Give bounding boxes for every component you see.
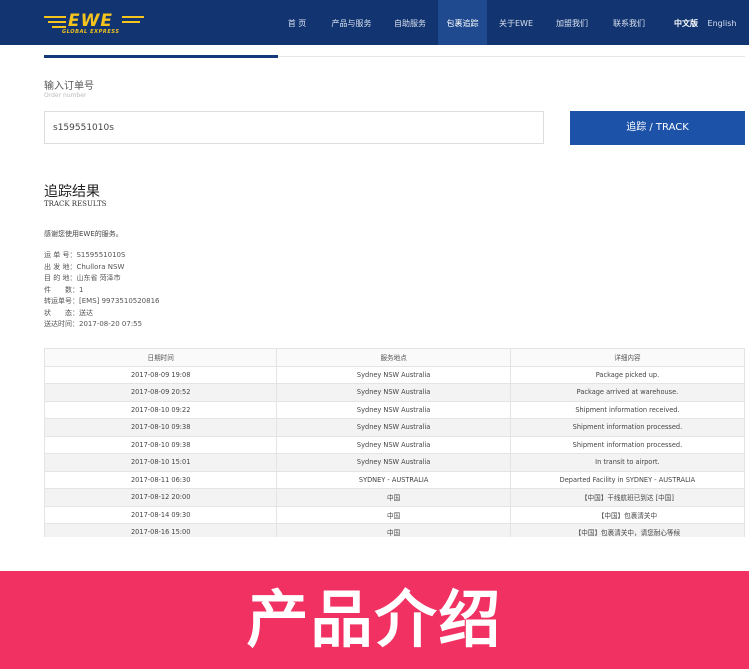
logo-subtitle: GLOBAL EXPRESS — [62, 29, 120, 35]
lang-chinese-link[interactable]: 中文版 — [670, 0, 702, 45]
table-row: 2017-08-09 20:52 Sydney NSW Australia Pack… — [43, 383, 746, 402]
site-header: EWE GLOBAL EXPRESS 首 页产品与服务 自助服务 包裹追踪 关于EWE… — [0, 0, 749, 45]
table-row: 2017-08-14 09:30 中国 【中国】包裹清关中 — [43, 505, 746, 524]
nav-about[interactable]: 关于EWE — [491, 0, 541, 45]
cell-datetime: 2017-08-09 19:08 — [43, 365, 278, 384]
info-delivered-time: 送达时间：2017-08-20 07:55 — [44, 320, 143, 328]
cell-location: 中国 — [276, 488, 511, 507]
cell-datetime: 2017-08-14 09:30 — [43, 505, 278, 524]
cell-details: Departed Facility in SYDNEY - AUSTRALIA — [509, 470, 746, 489]
logo-stripe — [44, 16, 66, 18]
info-origin: 出 发 地：Chullora NSW — [44, 262, 125, 271]
table-header-row: 日期时间 服务地点 详细内容 — [43, 348, 746, 367]
cell-datetime: 2017-08-10 15:01 — [43, 453, 278, 472]
ewe-logo[interactable]: EWE GLOBAL EXPRESS — [44, 13, 146, 35]
table-row: 2017-08-10 09:22 Sydney NSW Australia Ship… — [43, 400, 746, 419]
cell-details: Shipment information processed. — [509, 435, 746, 454]
tracking-table: 日期时间 服务地点 详细内容 2017-08-09 19:08 Sydney NS… — [43, 348, 746, 542]
cell-datetime: 2017-08-11 06:30 — [43, 470, 278, 489]
cell-location: SYDNEY - AUSTRALIA — [276, 470, 511, 489]
cell-datetime: 2017-08-12 20:00 — [43, 488, 278, 507]
cell-details: 【中国】包裹清关中 — [509, 505, 746, 524]
cell-details: Package picked up. — [509, 365, 746, 384]
cell-details: In transit to airport. — [509, 453, 746, 472]
lang-english-link[interactable]: English — [704, 0, 740, 45]
info-status: 状 态：送达 — [44, 308, 93, 317]
cell-location: Sydney NSW Australia — [276, 383, 511, 402]
order-number-sublabel: Order number — [44, 92, 87, 99]
shipment-info: 运 单 号：S159551010S 出 发 地：Chullora NSW 目 的… — [44, 250, 160, 331]
order-number-label: 输入订单号 — [44, 81, 94, 92]
cell-details: Package arrived at warehouse. — [509, 383, 746, 402]
cell-datetime: 2017-08-10 09:22 — [43, 400, 278, 419]
table-row: 2017-08-09 19:08 Sydney NSW Australia Pack… — [43, 365, 746, 384]
column-header-datetime: 日期时间 — [43, 348, 278, 367]
nav-self-service[interactable]: 自助服务 — [386, 0, 434, 45]
table-row: 2017-08-10 09:38 Sydney NSW Australia Ship… — [43, 435, 746, 454]
logo-text: EWE — [68, 11, 113, 31]
nav-products[interactable]: 产品与服务 — [324, 0, 379, 45]
logo-stripe — [122, 21, 140, 23]
info-waybill: 运 单 号：S159551010S — [44, 251, 126, 259]
divider — [278, 56, 745, 57]
track-button[interactable]: 追踪 / TRACK — [570, 111, 745, 145]
table-row: 2017-08-10 15:01 Sydney NSW Australia In t… — [43, 453, 746, 472]
cell-details: Shipment information received. — [509, 400, 746, 419]
info-pieces: 件 数：1 — [44, 285, 84, 294]
cell-details: 【中国】干线航班已到达 [中国] — [509, 488, 746, 507]
column-header-location: 服务地点 — [276, 348, 511, 367]
cell-location: 中国 — [276, 505, 511, 524]
cell-location: Sydney NSW Australia — [276, 365, 511, 384]
table-fade — [0, 537, 749, 571]
table-row: 2017-08-10 09:38 Sydney NSW Australia Ship… — [43, 418, 746, 437]
nav-join[interactable]: 加盟我们 — [548, 0, 596, 45]
cell-datetime: 2017-08-10 09:38 — [43, 418, 278, 437]
cell-datetime: 2017-08-09 20:52 — [43, 383, 278, 402]
thanks-message: 感谢您使用EWE的服务。 — [44, 230, 123, 238]
cell-location: Sydney NSW Australia — [276, 435, 511, 454]
nav-tracking[interactable]: 包裹追踪 — [438, 0, 487, 45]
cell-location: Sydney NSW Australia — [276, 418, 511, 437]
nav-contact[interactable]: 联系我们 — [604, 0, 654, 45]
logo-stripe — [52, 26, 66, 28]
results-subtitle: TRACK RESULTS — [44, 200, 107, 208]
results-title: 追踪结果 — [44, 184, 100, 200]
active-tab-indicator — [44, 55, 278, 58]
table-row: 2017-08-11 06:30 SYDNEY - AUSTRALIA Depart… — [43, 470, 746, 489]
table-row: 2017-08-12 20:00 中国 【中国】干线航班已到达 [中国] — [43, 488, 746, 507]
nav-home[interactable]: 首 页 — [276, 0, 318, 45]
cell-location: Sydney NSW Australia — [276, 400, 511, 419]
info-transfer-number: 转运单号：[EMS] 9973510520816 — [44, 297, 160, 305]
cell-details: Shipment information processed. — [509, 418, 746, 437]
logo-stripe — [122, 16, 144, 18]
column-header-details: 详细内容 — [509, 348, 746, 367]
product-intro-banner: 产品介绍 — [0, 571, 749, 669]
cell-location: Sydney NSW Australia — [276, 453, 511, 472]
cell-datetime: 2017-08-10 09:38 — [43, 435, 278, 454]
banner-title: 产品介绍 — [246, 583, 503, 656]
info-destination: 目 的 地：山东省 菏泽市 — [44, 274, 121, 282]
logo-stripe — [48, 21, 66, 23]
order-number-input[interactable]: s159551010s — [44, 111, 544, 144]
